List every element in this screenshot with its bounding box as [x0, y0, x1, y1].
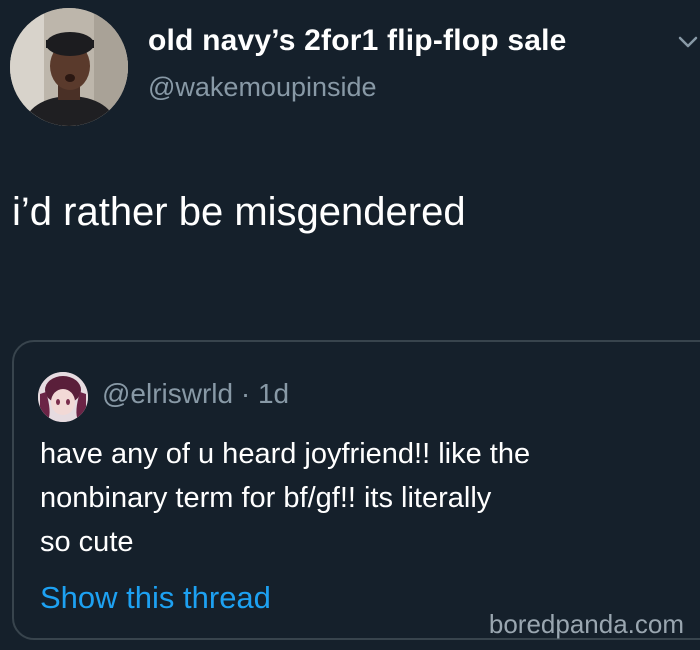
- tweet-card: old navy’s 2for1 flip-flop sale @wakemou…: [0, 0, 700, 650]
- show-thread-link[interactable]: Show this thread: [40, 580, 271, 616]
- quoted-tweet-line: so cute: [40, 526, 134, 558]
- chevron-down-icon[interactable]: [676, 30, 700, 54]
- watermark: boredpanda.com: [488, 609, 684, 639]
- quoted-user-avatar-icon[interactable]: [38, 372, 88, 422]
- quoted-tweet[interactable]: @elriswrld · 1d have any of u heard joyf…: [12, 340, 700, 640]
- user-handle[interactable]: @wakemoupinside: [148, 72, 377, 103]
- quoted-user-handle[interactable]: @elriswrld · 1d: [102, 378, 289, 410]
- tweet-text: i’d rather be misgendered: [12, 190, 466, 234]
- display-name[interactable]: old navy’s 2for1 flip-flop sale: [148, 24, 567, 58]
- quoted-tweet-line: have any of u heard joyfriend!! like the: [40, 438, 531, 470]
- quoted-tweet-line: nonbinary term for bf/gf!! its literally: [40, 482, 492, 514]
- quoted-tweet-text: have any of u heard joyfriend!! like the…: [40, 432, 680, 564]
- user-avatar-icon[interactable]: [10, 8, 128, 126]
